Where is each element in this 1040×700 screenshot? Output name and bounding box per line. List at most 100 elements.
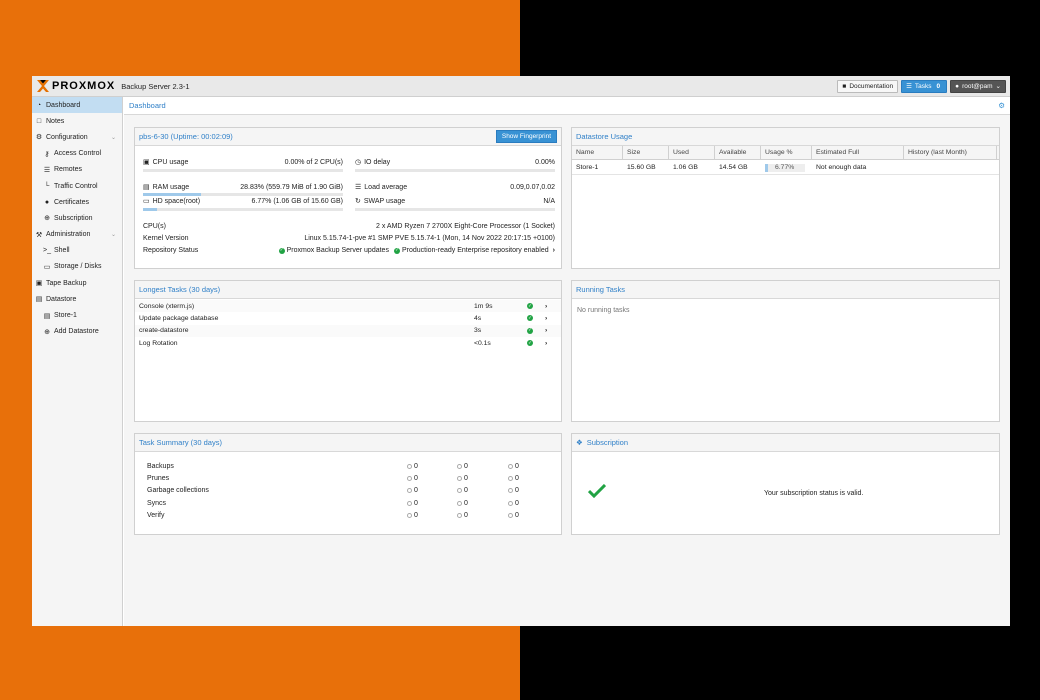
swap-usage-label: SWAP usage <box>363 197 406 205</box>
status-circle-icon <box>508 476 513 482</box>
task-count: 0 <box>407 500 418 507</box>
table-row[interactable]: Store-1 15.60 GB 1.06 GB 14.54 GB 6.77% Not e… <box>572 161 999 175</box>
panel-header: Running Tasks <box>572 281 999 299</box>
column-header[interactable]: Estimated Full <box>812 146 904 159</box>
task-count: 0 <box>508 475 519 482</box>
check-circle-icon: ✓ <box>527 339 533 347</box>
task-count: 0 <box>508 487 519 494</box>
sidebar-item-notes[interactable]: □ Notes <box>32 113 122 129</box>
task-row[interactable]: Console (xterm.js) 1m 9s ✓ › <box>135 300 561 313</box>
product-version: Backup Server 2.3-1 <box>121 81 190 91</box>
sidebar-item-configuration[interactable]: ⚙ Configuration ⌄ <box>32 129 122 145</box>
cell-history <box>904 161 997 174</box>
task-duration: <0.1s <box>474 339 491 347</box>
sidebar-item-store-1[interactable]: ▤ Store-1 <box>32 307 122 323</box>
sidebar-item-access-control[interactable]: ⚷ Access Control <box>32 146 122 162</box>
gear-icon[interactable]: ⚙ <box>998 101 1005 110</box>
column-header[interactable]: History (last Month) <box>904 146 997 159</box>
status-circle-icon <box>508 500 513 506</box>
cpu-usage-label: CPU usage <box>152 158 189 166</box>
status-circle-icon <box>457 464 462 469</box>
status-circle-icon <box>457 488 462 494</box>
sidebar-item-shell[interactable]: >_ Shell <box>32 243 122 259</box>
sidebar-item-dashboard[interactable]: ◔ Dashboard <box>32 97 122 114</box>
repository-status-value: ✓ Proxmox Backup Server updates ✓ Produc… <box>278 247 555 254</box>
chevron-right-icon[interactable]: › <box>545 315 547 322</box>
cell-used: 1.06 GB <box>673 164 698 171</box>
key-icon: ⚷ <box>44 150 50 158</box>
chevron-down-icon[interactable]: ⌄ <box>111 231 116 238</box>
sidebar-item-tape-backup[interactable]: ▣ Tape Backup <box>32 275 122 291</box>
check-icon <box>588 484 606 498</box>
sidebar-item-subscription[interactable]: ⊕ Subscription <box>32 210 122 226</box>
task-count: 0 <box>508 463 519 470</box>
chevron-right-icon[interactable]: › <box>545 303 547 310</box>
server-status-panel: pbs-6-30 (Uptime: 00:02:09) Show Fingerp… <box>134 127 562 269</box>
sidebar-item-label: Notes <box>46 117 65 125</box>
server-icon: ☰ <box>43 166 51 174</box>
no-running-tasks-text: No running tasks <box>577 307 630 314</box>
documentation-button[interactable]: ■ Documentation <box>837 79 899 93</box>
sidebar-item-add-datastore[interactable]: ⊕ Add Datastore <box>32 324 122 340</box>
support-icon: ⊕ <box>44 215 50 223</box>
subscription-title: Subscription <box>586 438 629 447</box>
ram-usage-label: RAM usage <box>152 183 190 191</box>
sidebar-item-datastore[interactable]: ▤ Datastore <box>32 291 122 307</box>
status-circle-icon <box>407 476 412 482</box>
task-summary-title: Task Summary (30 days) <box>139 438 222 447</box>
task-row[interactable]: Log Rotation <0.1s ✓ › <box>135 337 561 349</box>
repository-status-label: Repository Status <box>143 247 199 254</box>
sidebar-item-administration[interactable]: ⚒ Administration ⌄ <box>32 227 122 243</box>
chevron-right-icon[interactable]: › <box>553 247 555 254</box>
cpus-value: 2 x AMD Ryzen 7 2700X Eight-Core Process… <box>376 223 555 230</box>
sidebar-item-certificates[interactable]: ● Certificates <box>32 194 122 210</box>
status-circle-icon <box>407 512 412 518</box>
hdd-icon: ▭ <box>43 263 51 271</box>
longest-tasks-title: Longest Tasks (30 days) <box>139 285 221 294</box>
cpu-usage-value: 0.00% of 2 CPU(s) <box>284 158 343 166</box>
user-icon: ● <box>955 82 960 90</box>
breadcrumb: Dashboard ⚙ <box>124 97 1010 115</box>
sidebar-item-label: Administration <box>46 231 91 239</box>
chevron-right-icon[interactable]: › <box>545 340 547 347</box>
column-header[interactable]: Name <box>572 146 623 159</box>
task-count: 0 <box>508 500 519 507</box>
status-circle-icon <box>407 464 412 469</box>
proxmox-logo: PROXMOX <box>36 79 115 93</box>
io-delay-bar <box>355 169 555 172</box>
sidebar-item-traffic-control[interactable]: └ Traffic Control <box>32 178 122 194</box>
hd-space-bar <box>143 208 343 211</box>
hd-space-label: HD space(root) <box>152 197 201 205</box>
task-row[interactable]: create-datastore 3s ✓ › <box>135 324 561 337</box>
sidebar-item-label: Remotes <box>54 166 83 174</box>
tasks-button[interactable]: ☰ Tasks 0 <box>901 79 948 93</box>
column-header[interactable]: Usage % <box>761 146 812 159</box>
cpu-usage-bar <box>143 169 343 172</box>
swap-usage-bar <box>355 208 555 211</box>
notes-icon: □ <box>36 117 42 125</box>
tasks-count-badge: 0 <box>936 82 941 90</box>
status-circle-icon <box>508 464 513 469</box>
task-count: 0 <box>407 487 418 494</box>
column-header[interactable]: Used <box>669 146 715 159</box>
sidebar-item-storage-disks[interactable]: ▭ Storage / Disks <box>32 259 122 275</box>
tasks-icon: ☰ <box>355 184 362 191</box>
column-header[interactable]: Available <box>715 146 761 159</box>
longest-tasks-panel: Longest Tasks (30 days) Console (xterm.j… <box>134 280 562 422</box>
sidebar: ◔ Dashboard □ Notes ⚙ Configuration ⌄ ⚷ Access C… <box>32 97 123 626</box>
hd-space-fill <box>143 208 157 211</box>
column-header[interactable]: Size <box>623 146 669 159</box>
hd-space-value: 6.77% (1.06 GB of 15.60 GB) <box>251 197 343 205</box>
task-row[interactable]: Update package database 4s ✓ › <box>135 312 561 324</box>
chevron-right-icon[interactable]: › <box>545 327 547 334</box>
book-icon: ■ <box>842 82 847 90</box>
status-circle-icon <box>457 512 462 518</box>
show-fingerprint-button[interactable]: Show Fingerprint <box>495 130 557 143</box>
check-circle-icon: ✓ <box>393 247 400 254</box>
cell-estimated: Not enough data <box>816 164 867 171</box>
clock-icon: ◷ <box>355 159 362 166</box>
chevron-down-icon[interactable]: ⌄ <box>111 134 116 141</box>
user-menu-button[interactable]: ● root@pam ⌄ <box>950 79 1006 93</box>
proxmox-x-icon <box>36 79 50 93</box>
sidebar-item-remotes[interactable]: ☰ Remotes <box>32 162 122 178</box>
